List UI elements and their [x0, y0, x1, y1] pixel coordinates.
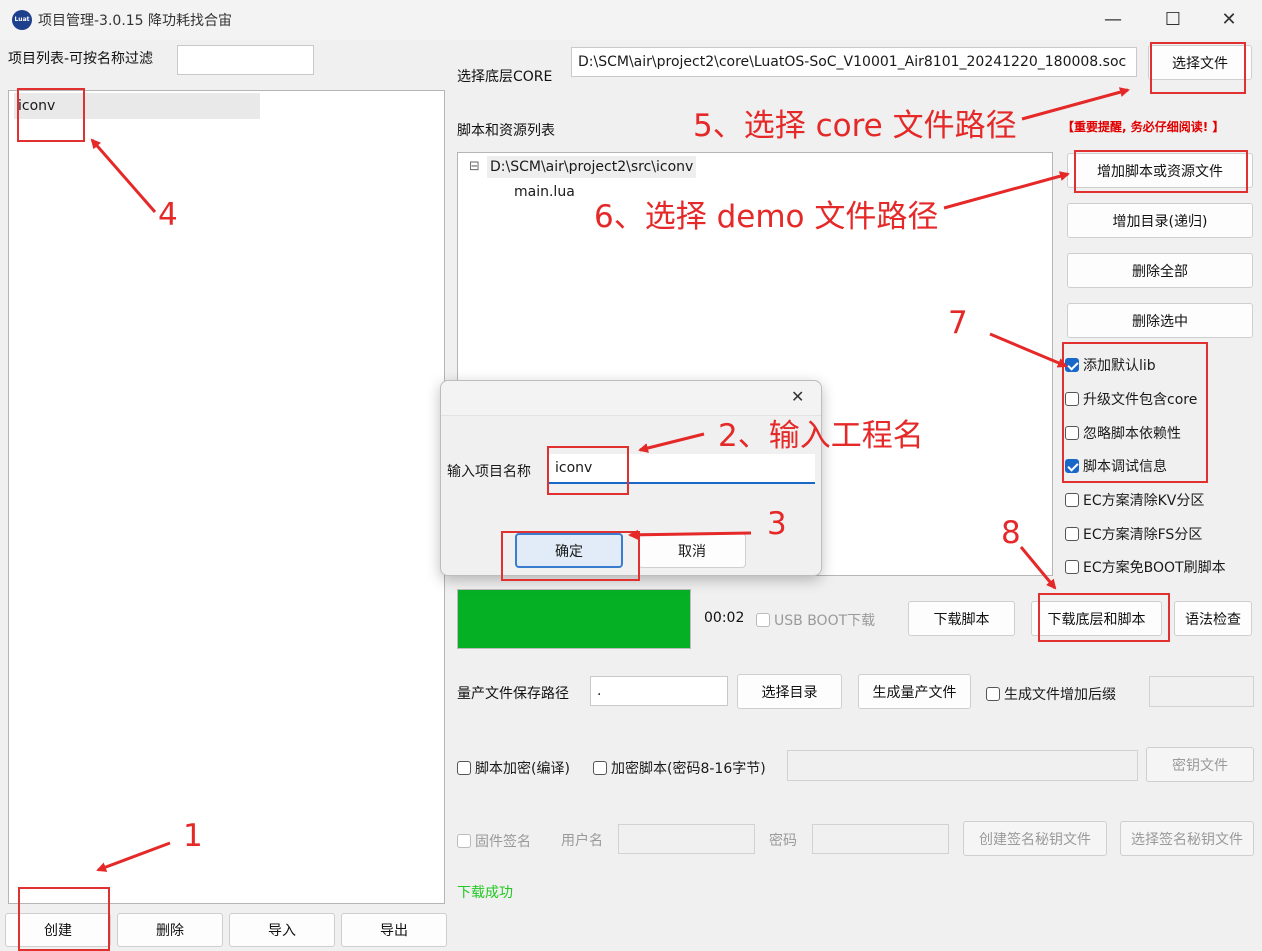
dialog-close-icon[interactable]: ✕	[791, 387, 804, 406]
option-label: EC方案清除KV分区	[1083, 493, 1205, 509]
username-input[interactable]	[618, 824, 755, 854]
select-directory-button[interactable]: 选择目录	[737, 674, 842, 709]
scripts-label: 脚本和资源列表	[457, 123, 555, 139]
checkbox-icon[interactable]	[457, 834, 471, 848]
option-no-boot[interactable]: EC方案免BOOT刷脚本	[1065, 557, 1226, 577]
production-path-input[interactable]: .	[590, 676, 728, 706]
username-label: 用户名	[561, 833, 603, 849]
app-logo-icon: Luat	[12, 10, 32, 30]
add-directory-button[interactable]: 增加目录(递归)	[1067, 203, 1253, 238]
download-progress-bar	[457, 589, 691, 649]
close-icon[interactable]: ✕	[1206, 4, 1252, 36]
suffix-label: 生成文件增加后缀	[1004, 687, 1116, 703]
annotation-box-add-file	[1074, 150, 1248, 193]
delete-selected-button[interactable]: 删除选中	[1067, 303, 1253, 338]
select-sign-key-button[interactable]: 选择签名秘钥文件	[1120, 821, 1254, 856]
usb-boot-checkbox[interactable]: USB BOOT下载	[756, 610, 875, 630]
core-path-input[interactable]: D:\SCM\air\project2\core\LuatOS-SoC_V100…	[571, 47, 1137, 77]
add-suffix-checkbox[interactable]: 生成文件增加后缀	[986, 684, 1116, 704]
window-title: 项目管理-3.0.15 降功耗找合宙	[38, 13, 233, 29]
annotation-box-core	[1150, 42, 1246, 94]
maximize-icon[interactable]: ☐	[1150, 4, 1196, 36]
checkbox-icon[interactable]	[593, 761, 607, 775]
checkbox-icon[interactable]	[986, 687, 1000, 701]
tree-root-node[interactable]: D:\SCM\air\project2\src\iconv	[487, 156, 697, 178]
import-button[interactable]: 导入	[229, 913, 335, 947]
generate-production-button[interactable]: 生成量产文件	[858, 674, 971, 709]
annotation-box-project	[17, 88, 85, 142]
password-label: 密码	[769, 833, 797, 849]
annotation-step-7: 7	[948, 305, 968, 341]
annotation-step-6: 6、选择 demo 文件路径	[594, 199, 939, 235]
export-button[interactable]: 导出	[341, 913, 447, 947]
arrow-to-core	[1021, 87, 1130, 121]
compile-encrypt-checkbox[interactable]: 脚本加密(编译)	[457, 758, 570, 778]
password-input[interactable]	[812, 824, 949, 854]
production-path-label: 量产文件保存路径	[457, 686, 569, 702]
annotation-step-5: 5、选择 core 文件路径	[693, 108, 1017, 144]
create-sign-key-button[interactable]: 创建签名秘钥文件	[963, 821, 1107, 856]
annotation-box-download	[1038, 593, 1170, 642]
compile-encrypt-label: 脚本加密(编译)	[475, 761, 570, 777]
checkbox-icon[interactable]	[1065, 493, 1079, 507]
annotation-step-4: 4	[158, 197, 178, 233]
checkbox-icon[interactable]	[457, 761, 471, 775]
annotation-box-options	[1062, 342, 1208, 483]
option-label: EC方案免BOOT刷脚本	[1083, 560, 1226, 576]
annotation-step-2: 2、输入工程名	[718, 418, 924, 454]
annotation-step-1: 1	[183, 818, 203, 854]
project-filter-input[interactable]	[177, 45, 314, 75]
firmware-sign-checkbox[interactable]: 固件签名	[457, 831, 531, 851]
annotation-step-8: 8	[1001, 515, 1021, 551]
core-label: 选择底层CORE	[457, 69, 553, 85]
delete-button[interactable]: 删除	[117, 913, 223, 947]
progress-fill	[458, 590, 690, 648]
encrypt-password-input[interactable]	[787, 750, 1138, 781]
checkbox-icon[interactable]	[1065, 527, 1079, 541]
firmware-sign-label: 固件签名	[475, 834, 531, 850]
dialog-cancel-button[interactable]: 取消	[638, 533, 746, 568]
password-encrypt-label: 加密脚本(密码8-16字节)	[611, 761, 766, 777]
annotation-box-ok	[501, 531, 640, 581]
password-encrypt-checkbox[interactable]: 加密脚本(密码8-16字节)	[593, 758, 766, 778]
status-text: 下载成功	[457, 885, 513, 901]
annotation-step-3: 3	[767, 506, 787, 542]
option-clear-fs[interactable]: EC方案清除FS分区	[1065, 524, 1202, 544]
annotation-box-create	[18, 887, 110, 951]
tree-collapse-icon[interactable]: ⊟	[469, 159, 480, 174]
dialog-label: 输入项目名称	[447, 464, 531, 480]
minimize-icon[interactable]: —	[1090, 4, 1136, 36]
checkbox-icon[interactable]	[756, 613, 770, 627]
option-clear-kv[interactable]: EC方案清除KV分区	[1065, 490, 1204, 510]
tree-file-node[interactable]: main.lua	[514, 181, 575, 203]
key-file-button[interactable]: 密钥文件	[1146, 747, 1254, 782]
project-list[interactable]: iconv	[8, 90, 445, 904]
important-notice-link[interactable]: 【重要提醒, 务必仔细阅读! 】	[1062, 118, 1224, 135]
checkbox-icon[interactable]	[1065, 560, 1079, 574]
syntax-check-button[interactable]: 语法检查	[1174, 601, 1252, 636]
delete-all-button[interactable]: 删除全部	[1067, 253, 1253, 288]
suffix-input[interactable]	[1149, 676, 1254, 707]
project-filter-label: 项目列表-可按名称过滤	[8, 51, 154, 67]
usb-boot-label: USB BOOT下载	[774, 613, 876, 629]
download-script-button[interactable]: 下载脚本	[908, 601, 1015, 636]
option-label: EC方案清除FS分区	[1083, 527, 1203, 543]
elapsed-time: 00:02	[704, 610, 745, 626]
annotation-box-name	[547, 446, 629, 495]
